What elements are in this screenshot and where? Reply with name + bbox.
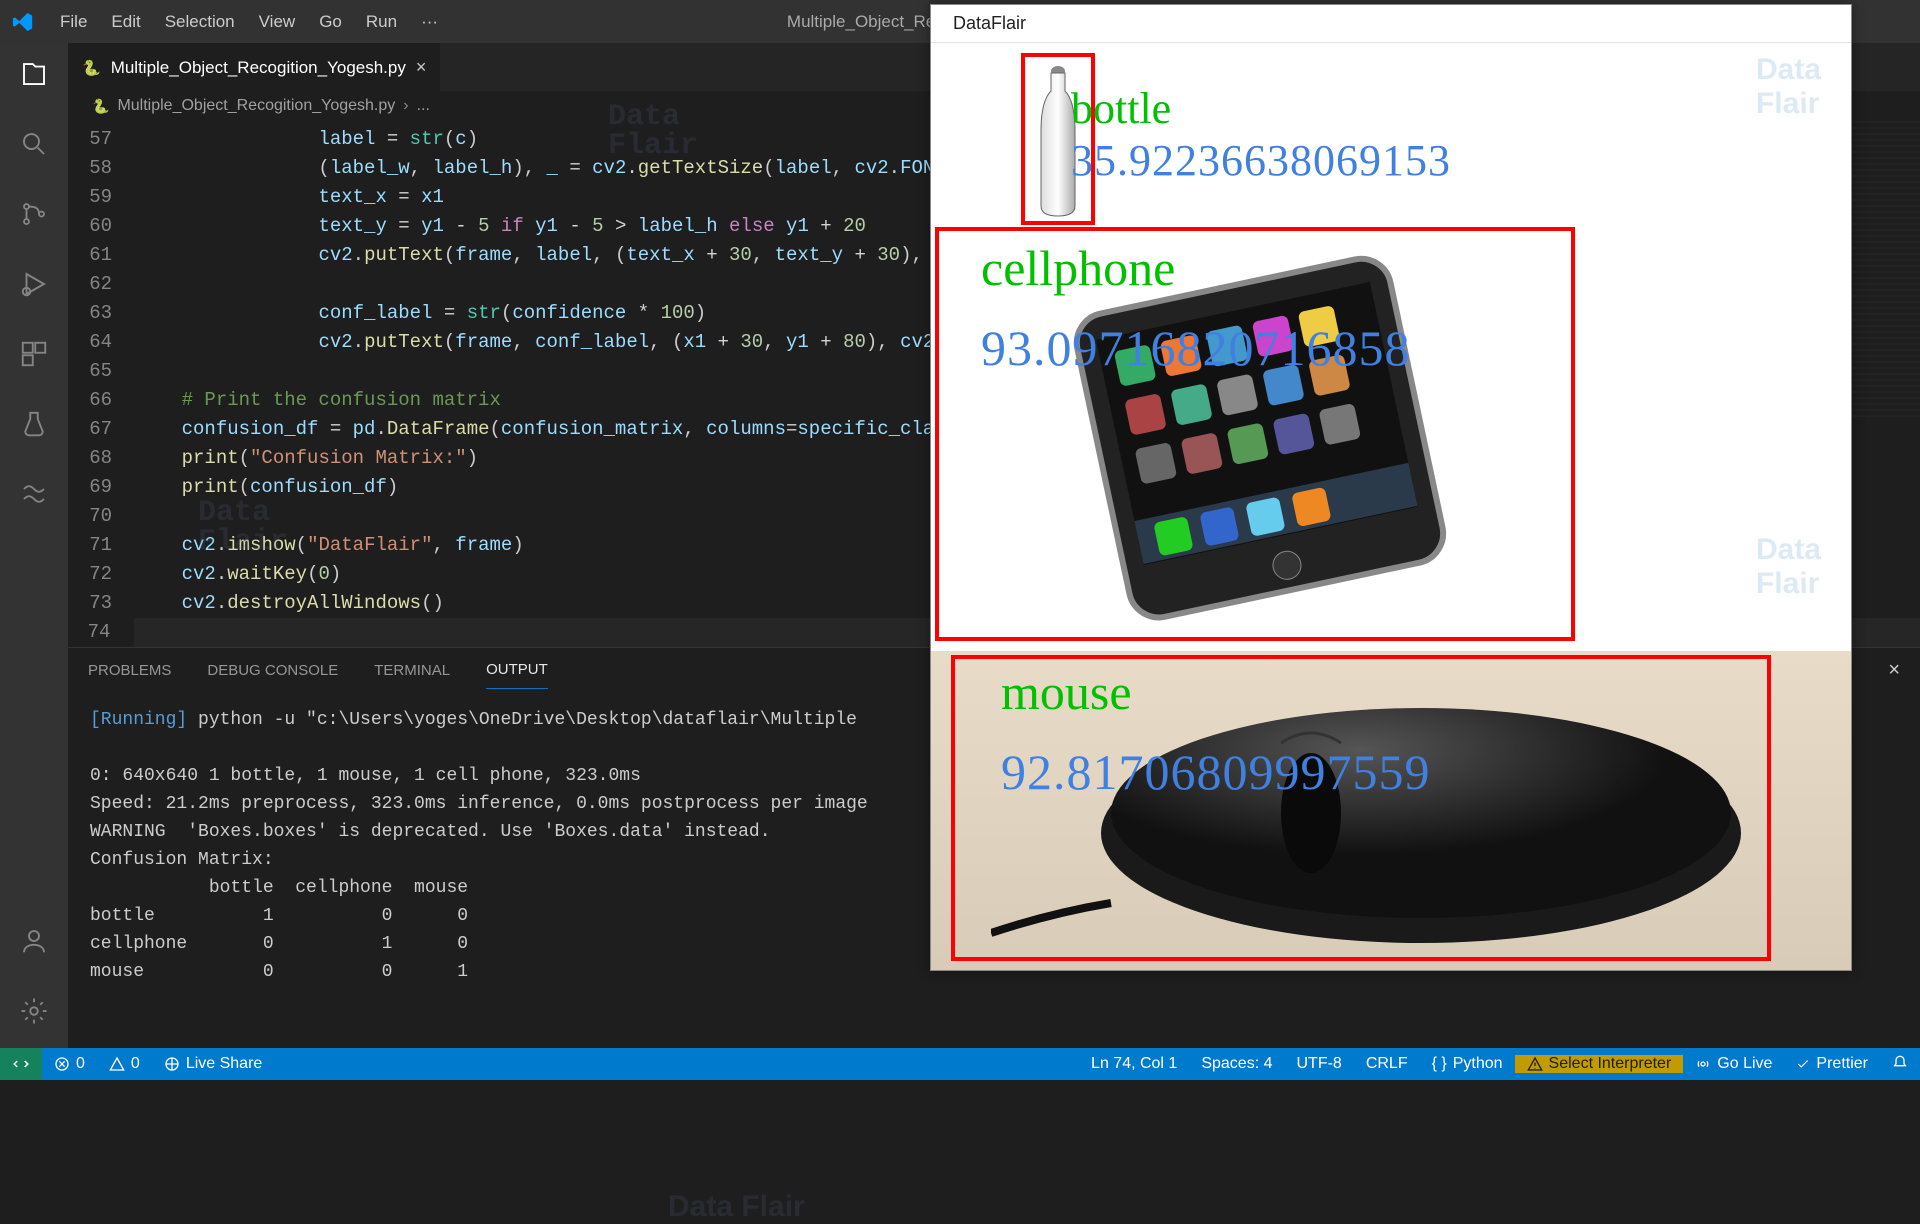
detection-conf-cellphone: 93.09716820716858: [981, 319, 1411, 377]
search-icon[interactable]: [17, 127, 51, 161]
opencv-canvas: DataFlair DataFlair bottle 35.9223663806…: [931, 43, 1851, 970]
watermark: DataFlair: [1756, 533, 1821, 601]
panel-tab-problems[interactable]: PROBLEMS: [88, 652, 171, 689]
status-language[interactable]: { } Python: [1420, 1055, 1515, 1073]
source-control-icon[interactable]: [17, 197, 51, 231]
watermark: DataFlair: [1756, 53, 1821, 121]
explorer-icon[interactable]: [17, 57, 51, 91]
detection-label-mouse: mouse: [1001, 663, 1132, 721]
python-file-icon: 🐍: [82, 59, 101, 77]
settings-gear-icon[interactable]: [17, 994, 51, 1028]
cellphone-image: [961, 253, 1561, 633]
vscode-logo-icon: [12, 11, 34, 33]
watermark: Data Flair: [668, 1190, 1920, 1224]
menu-edit[interactable]: Edit: [99, 6, 152, 38]
main-menu: File Edit Selection View Go Run ···: [48, 6, 450, 38]
menu-file[interactable]: File: [48, 6, 99, 38]
chevron-right-icon: ›: [403, 97, 408, 115]
remote-explorer-icon[interactable]: [17, 477, 51, 511]
menu-selection[interactable]: Selection: [153, 6, 247, 38]
status-warnings[interactable]: 0: [97, 1048, 152, 1080]
remote-indicator[interactable]: [0, 1048, 42, 1080]
panel-tab-debug-console[interactable]: DEBUG CONSOLE: [207, 652, 338, 689]
extensions-icon[interactable]: [17, 337, 51, 371]
menu-view[interactable]: View: [247, 6, 308, 38]
detection-conf-mouse: 92.81706809997559: [1001, 743, 1431, 801]
status-liveshare[interactable]: Live Share: [152, 1048, 275, 1080]
detection-label-bottle: bottle: [1071, 83, 1171, 134]
status-errors[interactable]: 0: [42, 1048, 97, 1080]
status-lncol[interactable]: Ln 74, Col 1: [1079, 1055, 1189, 1073]
status-spaces[interactable]: Spaces: 4: [1189, 1055, 1284, 1073]
detection-label-cellphone: cellphone: [981, 239, 1175, 297]
minimap[interactable]: [1840, 121, 1920, 421]
status-notifications-icon[interactable]: [1880, 1055, 1920, 1071]
close-icon[interactable]: ×: [416, 57, 427, 78]
editor-tab[interactable]: 🐍 Multiple_Object_Recogition_Yogesh.py ×: [68, 43, 440, 91]
breadcrumb-tail: ...: [417, 97, 430, 115]
activity-bar: [0, 43, 68, 1048]
tab-filename: Multiple_Object_Recogition_Yogesh.py: [111, 58, 406, 78]
status-select-interpreter[interactable]: Select Interpreter: [1515, 1055, 1684, 1073]
panel-tab-terminal[interactable]: TERMINAL: [374, 652, 450, 689]
panel-tab-output[interactable]: OUTPUT: [486, 651, 548, 689]
menu-go[interactable]: Go: [307, 6, 354, 38]
menu-more-icon[interactable]: ···: [409, 6, 450, 38]
status-golive[interactable]: Go Live: [1683, 1055, 1784, 1073]
opencv-window[interactable]: DataFlair DataFlair DataFlair bottle 35.…: [930, 4, 1852, 971]
close-panel-icon[interactable]: ×: [1888, 659, 1900, 682]
menu-run[interactable]: Run: [354, 6, 409, 38]
detection-conf-bottle: 35.92236638069153: [1071, 135, 1451, 186]
testing-icon[interactable]: [17, 407, 51, 441]
status-prettier[interactable]: Prettier: [1784, 1055, 1880, 1073]
opencv-window-title: DataFlair: [931, 5, 1851, 43]
status-eol[interactable]: CRLF: [1354, 1055, 1420, 1073]
accounts-icon[interactable]: [17, 924, 51, 958]
breadcrumb-file: Multiple_Object_Recogition_Yogesh.py: [117, 97, 395, 115]
run-debug-icon[interactable]: [17, 267, 51, 301]
status-bar: 0 0 Live Share Ln 74, Col 1 Spaces: 4 UT…: [0, 1048, 1920, 1080]
status-encoding[interactable]: UTF-8: [1284, 1055, 1353, 1073]
python-file-icon: 🐍: [92, 98, 109, 115]
